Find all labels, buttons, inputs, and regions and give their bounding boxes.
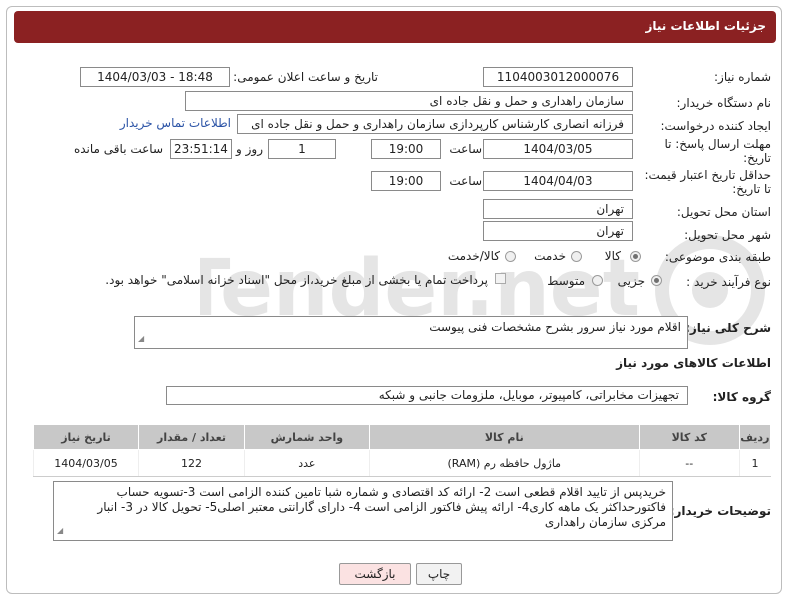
general-description-label: شرح کلی نیاز: <box>685 321 771 335</box>
need-number-label: شماره نیاز: <box>714 70 771 84</box>
buyer-notes-text: خریدپس از تایید اقلام قطعی است 2- ارائه … <box>97 485 666 529</box>
days-label: روز و <box>236 142 263 156</box>
delivery-province-label: استان محل تحویل: <box>676 205 771 219</box>
page-title: جزئیات اطلاعات نیاز <box>14 11 776 43</box>
general-description-field: اقلام مورد نیاز سرور بشرح مشخصات فنی پیو… <box>134 316 688 349</box>
treasury-payment-checkbox[interactable] <box>495 273 506 284</box>
delivery-city-field: تهران <box>483 221 633 241</box>
announce-datetime-field: 1404/03/03 - 18:48 <box>80 67 230 87</box>
buyer-notes-label: توضیحات خریدار: <box>669 504 771 518</box>
remaining-label: ساعت باقی مانده <box>73 142 163 156</box>
category-radio-goods[interactable] <box>630 251 641 262</box>
buyer-contact-link[interactable]: اطلاعات تماس خریدار <box>120 116 231 130</box>
goods-group-field: تجهیزات مخابراتی، کامپیوتر، موبایل، ملزو… <box>166 386 688 405</box>
print-button[interactable]: چاپ <box>416 563 462 585</box>
cell-row-number: 1 <box>738 449 771 477</box>
table-header-row: ردیف کد کالا نام کالا واحد شمارش تعداد /… <box>32 424 772 450</box>
cell-item-name: ماژول حافظه رم (RAM) <box>368 449 640 477</box>
response-days-field: 1 <box>268 139 336 159</box>
col-unit: واحد شمارش <box>244 424 370 450</box>
response-deadline-label: مهلت ارسال پاسخ: تا تاریخ: <box>664 137 771 165</box>
back-button[interactable]: بازگشت <box>339 563 411 585</box>
price-validity-time-label: ساعت <box>449 174 482 188</box>
goods-group-label: گروه کالا: <box>712 390 771 404</box>
table-row[interactable]: 1 -- ماژول حافظه رم (RAM) عدد 122 1404/0… <box>32 449 771 477</box>
announce-datetime-label: تاریخ و ساعت اعلان عمومی: <box>233 70 378 84</box>
resize-handle-icon[interactable]: ◢ <box>138 331 144 346</box>
price-validity-time-field: 19:00 <box>371 171 441 191</box>
col-row-number: ردیف <box>738 424 772 450</box>
response-deadline-label-line2: تاریخ: <box>743 151 771 165</box>
resize-handle-icon[interactable]: ◢ <box>57 523 63 538</box>
response-date-field: 1404/03/05 <box>483 139 633 159</box>
price-validity-label-line1: حداقل تاریخ اعتبار قیمت: <box>644 168 771 182</box>
creator-field: فرزانه انصاری کارشناس کارپردازی سازمان ر… <box>237 114 633 134</box>
treasury-payment-note: پرداخت تمام یا بخشی از مبلغ خرید،از محل … <box>105 273 488 287</box>
price-validity-date-field: 1404/04/03 <box>483 171 633 191</box>
purchase-radio-minor[interactable] <box>651 275 662 286</box>
delivery-city-label: شهر محل تحویل: <box>684 228 771 242</box>
purchase-radio-medium[interactable] <box>592 275 603 286</box>
category-option-both: کالا/خدمت <box>447 249 500 263</box>
cell-unit: عدد <box>244 449 370 477</box>
response-deadline-label-line1: مهلت ارسال پاسخ: تا <box>664 137 771 151</box>
col-item-name: نام کالا <box>368 424 640 450</box>
buyer-org-label: نام دستگاه خریدار: <box>676 96 772 110</box>
category-radio-service[interactable] <box>571 251 582 262</box>
creator-label: ایجاد کننده درخواست: <box>660 119 771 133</box>
category-option-goods: کالا <box>604 249 621 263</box>
col-item-code: کد کالا <box>638 424 740 450</box>
category-option-service: خدمت <box>534 249 566 263</box>
general-description-text: اقلام مورد نیاز سرور بشرح مشخصات فنی پیو… <box>429 320 681 334</box>
col-need-date: تاریخ نیاز <box>32 424 140 450</box>
response-time-label: ساعت <box>449 142 482 156</box>
price-validity-label: حداقل تاریخ اعتبار قیمت: تا تاریخ: <box>644 168 771 196</box>
cell-need-date: 1404/03/05 <box>32 449 139 477</box>
buyer-org-field: سازمان راهداری و حمل و نقل جاده ای <box>185 91 633 111</box>
cell-quantity: 122 <box>138 449 245 477</box>
category-label: طبقه بندی موضوعی: <box>664 250 771 264</box>
col-quantity: تعداد / مقدار <box>138 424 245 450</box>
goods-section-title: اطلاعات کالاهای مورد نیاز <box>616 356 771 370</box>
purchase-option-medium: متوسط <box>547 274 585 288</box>
category-radio-both[interactable] <box>505 251 516 262</box>
purchase-type-label: نوع فرآیند خرید : <box>686 275 771 289</box>
goods-table: ردیف کد کالا نام کالا واحد شمارش تعداد /… <box>32 424 772 477</box>
buyer-notes-field: خریدپس از تایید اقلام قطعی است 2- ارائه … <box>53 481 673 541</box>
purchase-option-minor: جزیی <box>617 274 645 288</box>
response-time-field: 19:00 <box>371 139 441 159</box>
need-number-field: 1104003012000076 <box>483 67 633 87</box>
delivery-province-field: تهران <box>483 199 633 219</box>
remaining-time-field: 23:51:14 <box>170 139 232 159</box>
cell-item-code: -- <box>638 449 740 477</box>
price-validity-label-line2: تا تاریخ: <box>732 182 771 196</box>
